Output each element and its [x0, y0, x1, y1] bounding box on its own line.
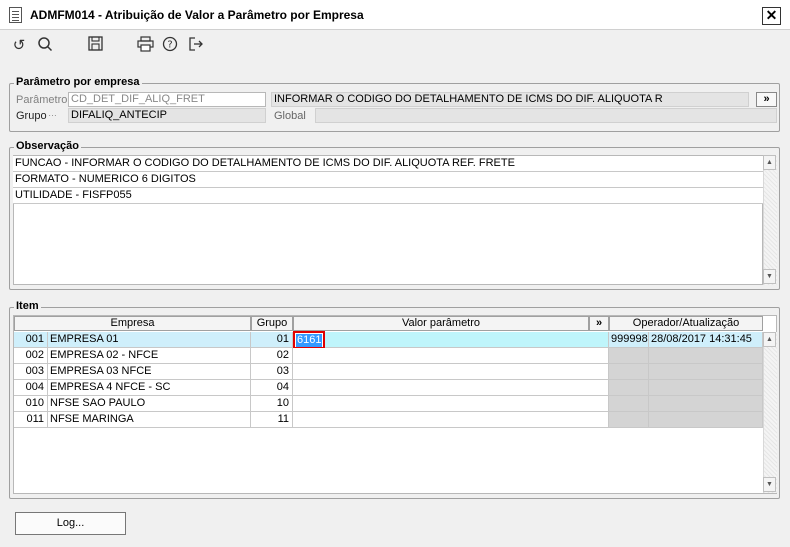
cell-empresa[interactable]: EMPRESA 4 NFCE - SC [48, 380, 251, 396]
cell-data[interactable]: 28/08/2017 14:31:45 [649, 332, 763, 348]
cell-operador [609, 364, 649, 380]
cell-empresa[interactable]: EMPRESA 02 - NFCE [48, 348, 251, 364]
observacao-scroll-up-icon[interactable]: ▲ [763, 155, 776, 170]
cell-operador [609, 412, 649, 428]
cell-data [649, 396, 763, 412]
cell-grupo[interactable]: 01 [251, 332, 293, 348]
undo-icon[interactable]: ↺ [9, 36, 29, 56]
cell-operador [609, 396, 649, 412]
cell-operador [609, 380, 649, 396]
column-header-empresa[interactable]: Empresa [14, 316, 251, 331]
cell-valor[interactable] [293, 364, 609, 380]
print-icon[interactable] [135, 36, 155, 56]
column-header-more-button[interactable]: » [589, 316, 609, 331]
global-field [315, 108, 777, 123]
item-group-label: Item [14, 300, 41, 312]
cell-empresa[interactable]: EMPRESA 03 NFCE [48, 364, 251, 380]
grupo-field: DIFALIQ_ANTECIP [68, 108, 266, 123]
svg-text:?: ? [167, 40, 172, 51]
cell-operador [609, 348, 649, 364]
parametro-group-label: Parâmetro por empresa [14, 76, 142, 88]
valor-editor-text: 6161 [296, 334, 323, 347]
observacao-line: FORMATO - NUMERICO 6 DIGITOS [13, 172, 763, 188]
cell-valor[interactable] [293, 396, 609, 412]
observacao-group-label: Observação [14, 140, 81, 152]
parametro-more-button[interactable]: » [756, 92, 777, 107]
cell-valor[interactable] [293, 348, 609, 364]
grupo-label: Grupo [16, 110, 47, 122]
cell-data [649, 364, 763, 380]
column-header-valor[interactable]: Valor parâmetro [293, 316, 589, 331]
cell-valor[interactable] [293, 380, 609, 396]
app-document-icon [9, 7, 22, 23]
window-title: ADMFM014 - Atribuição de Valor a Parâmet… [30, 8, 364, 22]
cell-code[interactable]: 011 [14, 412, 48, 428]
valor-editor-input[interactable]: 6161 [293, 331, 325, 349]
cell-code[interactable]: 002 [14, 348, 48, 364]
cell-code[interactable]: 003 [14, 364, 48, 380]
cell-valor[interactable] [293, 332, 609, 348]
cell-data [649, 348, 763, 364]
parametro-field[interactable]: CD_DET_DIF_ALIQ_FRET [68, 92, 266, 107]
observacao-scrollbar[interactable] [763, 155, 777, 285]
item-scroll-up-icon[interactable]: ▲ [763, 332, 776, 347]
cell-grupo[interactable]: 02 [251, 348, 293, 364]
cell-grupo[interactable]: 11 [251, 412, 293, 428]
column-header-operador[interactable]: Operador/Atualização [609, 316, 763, 331]
observacao-scroll-down-icon[interactable]: ▼ [763, 269, 776, 284]
search-icon[interactable] [35, 36, 55, 56]
observacao-line: FUNCAO - INFORMAR O CODIGO DO DETALHAMEN… [13, 156, 763, 172]
parametro-description-field: INFORMAR O CODIGO DO DETALHAMENTO DE ICM… [271, 92, 749, 107]
parametro-label: Parâmetro [16, 94, 68, 106]
log-button[interactable]: Log... [15, 512, 126, 535]
cell-empresa[interactable]: NFSE SAO PAULO [48, 396, 251, 412]
cell-empresa[interactable]: NFSE MARINGA [48, 412, 251, 428]
cell-grupo[interactable]: 10 [251, 396, 293, 412]
cell-empresa[interactable]: EMPRESA 01 [48, 332, 251, 348]
title-bar: ADMFM014 - Atribuição de Valor a Parâmet… [0, 0, 790, 30]
cell-data [649, 412, 763, 428]
close-button[interactable]: ✕ [762, 7, 781, 25]
observacao-line: UTILIDADE - FISFP055 [13, 188, 763, 204]
cell-operador[interactable]: 999998 [609, 332, 649, 348]
cell-grupo[interactable]: 03 [251, 364, 293, 380]
help-icon[interactable]: ? [160, 36, 180, 56]
exit-icon[interactable] [186, 36, 206, 56]
save-icon[interactable] [85, 36, 105, 56]
item-scroll-down-icon[interactable]: ▼ [763, 477, 776, 492]
cell-grupo[interactable]: 04 [251, 380, 293, 396]
column-header-grupo[interactable]: Grupo [251, 316, 293, 331]
cell-data [649, 380, 763, 396]
cell-code[interactable]: 004 [14, 380, 48, 396]
item-scrollbar[interactable] [763, 332, 777, 493]
grupo-ellipsis-icon: … [48, 108, 57, 118]
global-label: Global [274, 110, 306, 122]
cell-code[interactable]: 001 [14, 332, 48, 348]
cell-valor[interactable] [293, 412, 609, 428]
cell-code[interactable]: 010 [14, 396, 48, 412]
